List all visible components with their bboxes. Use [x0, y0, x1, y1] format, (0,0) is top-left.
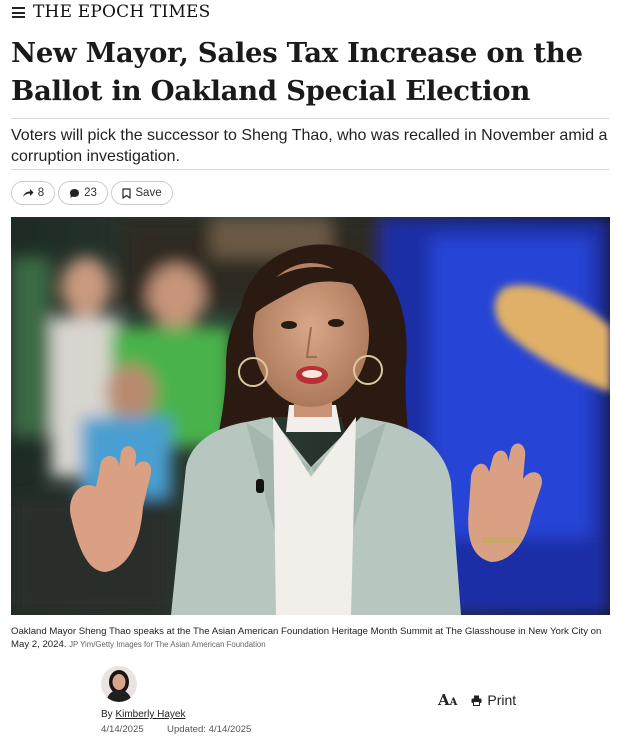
- article-photo[interactable]: [11, 217, 610, 615]
- comment-count: 23: [84, 187, 97, 199]
- published-date: 4/14/2025: [101, 724, 144, 735]
- comment-bubble-icon: [70, 188, 80, 198]
- print-button[interactable]: Print: [471, 692, 516, 708]
- divider: [11, 118, 610, 119]
- photo-caption: Oakland Mayor Sheng Thao speaks at the T…: [11, 625, 611, 651]
- article-tools: AA Print: [438, 690, 516, 710]
- hamburger-menu-icon[interactable]: [12, 7, 25, 18]
- bookmark-icon: [122, 187, 131, 199]
- article-subheadline: Voters will pick the successor to Sheng …: [11, 127, 608, 165]
- font-size-button[interactable]: AA: [438, 691, 457, 709]
- updated-label: Updated:: [167, 724, 206, 735]
- share-arrow-icon: [22, 189, 34, 197]
- comments-button[interactable]: 23: [58, 181, 108, 205]
- divider: [11, 169, 610, 170]
- photo-credit: JP Yim/Getty Images for The Asian Americ…: [69, 640, 266, 649]
- byline: By Kimberly Hayek: [101, 709, 185, 720]
- printer-icon: [471, 695, 482, 706]
- article-dates: 4/14/2025 Updated: 4/14/2025: [101, 724, 251, 735]
- updated-date: 4/14/2025: [208, 724, 252, 735]
- save-button[interactable]: Save: [111, 181, 173, 205]
- author-avatar[interactable]: [101, 666, 137, 702]
- masthead-logo[interactable]: THE EPOCH TIMES: [33, 2, 211, 22]
- save-label: Save: [135, 187, 162, 199]
- article-headline: New Mayor, Sales Tax Increase on the Bal…: [11, 37, 583, 107]
- print-label: Print: [487, 692, 517, 708]
- font-size-label: A: [438, 691, 450, 709]
- share-count: 8: [37, 187, 45, 199]
- byline-prefix: By: [101, 709, 113, 720]
- author-link[interactable]: Kimberly Hayek: [115, 709, 185, 720]
- top-bar: THE EPOCH TIMES: [0, 0, 633, 26]
- share-button[interactable]: 8: [11, 181, 55, 205]
- font-size-small-label: A: [449, 697, 458, 708]
